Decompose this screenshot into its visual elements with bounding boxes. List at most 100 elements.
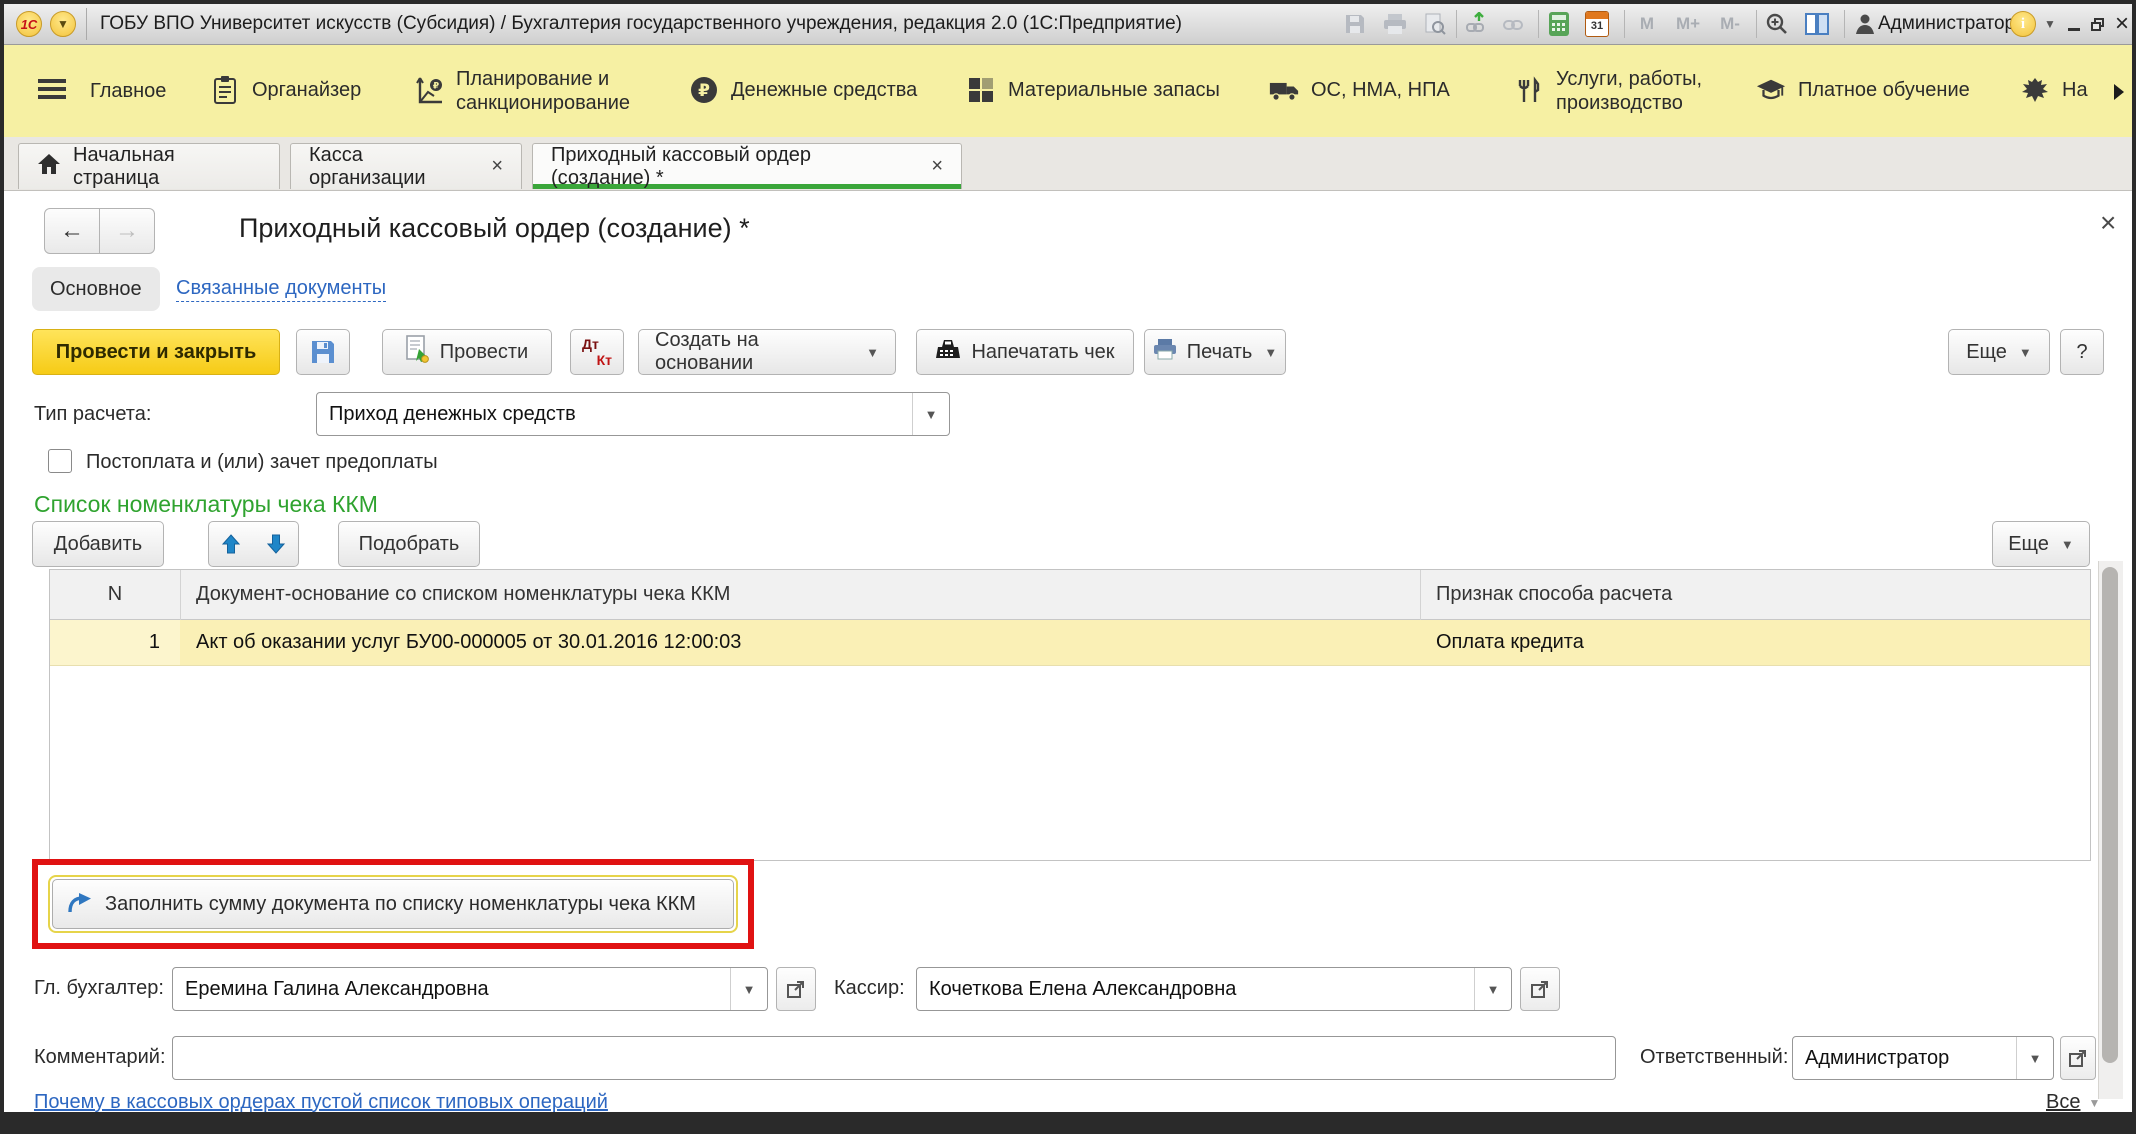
cashier-open-button[interactable] <box>1520 967 1560 1011</box>
why-empty-operations-link[interactable]: Почему в кассовых ордерах пустой список … <box>34 1091 608 1114</box>
current-user-label[interactable]: Администратор <box>1878 13 2015 35</box>
print-receipt-button[interactable]: Напечатать чек <box>916 329 1134 375</box>
ribbon-item-taxes[interactable]: На <box>2020 75 2088 105</box>
table-row-n[interactable]: 1 <box>50 620 180 666</box>
chief-open-button[interactable] <box>776 967 816 1011</box>
back-button[interactable]: ← <box>44 208 100 254</box>
pick-button[interactable]: Подобрать <box>338 521 480 567</box>
chevron-down-icon[interactable]: ▼ <box>730 968 767 1010</box>
printer-icon <box>1153 338 1177 366</box>
close-tab-icon[interactable]: × <box>491 155 503 178</box>
close-window-button[interactable]: × <box>2110 12 2134 36</box>
divider <box>1844 10 1845 38</box>
system-menu-button[interactable]: ▼ <box>50 11 76 37</box>
dt-kt-button[interactable]: Дт Кт <box>570 329 624 375</box>
calc-type-select[interactable]: Приход денежных средств ▼ <box>316 392 950 436</box>
divider <box>1624 10 1625 38</box>
ribbon-item-cash[interactable]: ₽ Денежные средства <box>689 75 917 105</box>
preview-icon[interactable] <box>1422 12 1448 36</box>
tab-kassa[interactable]: Касса организации × <box>290 143 522 189</box>
svg-text:₽: ₽ <box>433 81 439 91</box>
forward-button[interactable]: → <box>100 208 155 254</box>
chief-accountant-label: Гл. бухгалтер: <box>34 977 164 999</box>
post-and-close-button[interactable]: Провести и закрыть <box>32 329 280 375</box>
table-row-document[interactable]: Акт об оказании услуг БУ00-000005 от 30.… <box>180 620 1420 666</box>
divider <box>1456 10 1457 38</box>
arrow-down-icon <box>266 534 285 554</box>
history-nav: ← → <box>44 208 155 254</box>
list-more-button[interactable]: Еще ▼ <box>1992 521 2090 567</box>
chief-accountant-field[interactable]: Еремина Галина Александровна ▼ <box>172 967 768 1011</box>
ribbon-item-paid-education[interactable]: Платное обучение <box>1756 75 1970 105</box>
split-view-icon[interactable] <box>1804 12 1830 36</box>
ruble-icon: ₽ <box>689 75 719 105</box>
table-row-method[interactable]: Оплата кредита <box>1420 620 2090 666</box>
close-tab-icon[interactable]: × <box>931 155 943 178</box>
ribbon-overflow-icon[interactable] <box>2112 83 2126 106</box>
minimize-button[interactable] <box>2062 12 2086 36</box>
save-button[interactable] <box>296 329 350 375</box>
related-documents-link[interactable]: Связанные документы <box>176 277 387 302</box>
document-form: ← → Приходный кассовый ордер (создание) … <box>4 191 2132 1114</box>
info-button[interactable]: i <box>2010 11 2036 37</box>
chevron-down-icon[interactable]: ▼ <box>912 393 949 435</box>
truck-icon <box>1269 75 1299 105</box>
memory-recall-button[interactable]: M <box>1632 12 1662 36</box>
calendar-icon[interactable]: 31 <box>1584 11 1610 37</box>
curved-arrow-icon <box>68 893 91 913</box>
memory-minus-button[interactable]: M- <box>1712 12 1748 36</box>
memory-plus-button[interactable]: M+ <box>1670 12 1706 36</box>
column-header-n[interactable]: N <box>50 570 180 620</box>
cashier-field[interactable]: Кочеткова Елена Александровна ▼ <box>916 967 1512 1011</box>
calculator-icon[interactable] <box>1546 12 1572 36</box>
ribbon-item-glavnoe[interactable]: Главное <box>90 79 166 103</box>
back-arrow-icon: ← <box>60 217 84 244</box>
responsible-field[interactable]: Администратор ▼ <box>1792 1036 2054 1080</box>
restore-button[interactable] <box>2086 12 2110 36</box>
info-dropdown-icon[interactable]: ▼ <box>2038 12 2062 36</box>
column-header-method[interactable]: Признак способа расчета <box>1420 570 2090 620</box>
ribbon-item-inventory[interactable]: Материальные запасы <box>966 75 1220 105</box>
application-window: 1С ▼ ГОБУ ВПО Университет искусств (Субс… <box>0 0 2136 1134</box>
eagle-icon <box>2020 75 2050 105</box>
print-button[interactable]: Печать ▼ <box>1144 329 1286 375</box>
ribbon-item-organizer[interactable]: Органайзер <box>210 75 361 105</box>
chevron-down-icon[interactable]: ▼ <box>1474 968 1511 1010</box>
ribbon-item-services[interactable]: Услуги, работы, производство <box>1514 67 1729 115</box>
close-form-button[interactable]: × <box>2100 207 2116 239</box>
responsible-open-button[interactable] <box>2060 1036 2096 1080</box>
tab-home[interactable]: Начальная страница <box>18 143 280 189</box>
divider <box>1538 10 1539 38</box>
postpay-checkbox[interactable] <box>48 449 72 473</box>
attach-link-icon[interactable] <box>1464 12 1490 36</box>
all-link[interactable]: Все ▼ <box>2046 1091 2100 1114</box>
print-icon[interactable] <box>1382 12 1408 36</box>
column-header-doc[interactable]: Документ-основание со списком номенклату… <box>180 570 1420 620</box>
chevron-down-icon: ▼ <box>2060 536 2074 552</box>
tab-pko-active[interactable]: Приходный кассовый ордер (создание) * × <box>532 143 962 189</box>
main-menu-button[interactable] <box>38 75 66 103</box>
move-down-button[interactable] <box>253 521 299 567</box>
calc-type-label: Тип расчета: <box>34 403 152 425</box>
tab-osnovnoe[interactable]: Основное <box>32 267 160 311</box>
help-button[interactable]: ? <box>2060 329 2104 375</box>
move-up-button[interactable] <box>208 521 254 567</box>
comment-input[interactable] <box>172 1036 1616 1080</box>
add-row-button[interactable]: Добавить <box>32 521 164 567</box>
section-ribbon: Главное Органайзер ₽ Планирование и санк… <box>4 45 2132 138</box>
post-button[interactable]: Провести <box>382 329 552 375</box>
cashier-label: Кассир: <box>834 977 905 999</box>
more-button[interactable]: Еще ▼ <box>1948 329 2050 375</box>
scrollbar-thumb[interactable] <box>2102 567 2118 1063</box>
save-icon[interactable] <box>1342 12 1368 36</box>
create-based-on-button[interactable]: Создать на основании ▼ <box>638 329 896 375</box>
ribbon-item-os-nma[interactable]: ОС, НМА, НПА <box>1269 75 1450 105</box>
postpay-checkbox-label[interactable]: Постоплата и (или) зачет предоплаты <box>86 451 438 474</box>
zoom-icon[interactable] <box>1764 12 1790 36</box>
fill-amount-button[interactable]: Заполнить сумму документа по списку номе… <box>52 879 734 929</box>
links-icon[interactable] <box>1502 12 1528 36</box>
divider <box>86 8 87 40</box>
vertical-scrollbar[interactable] <box>2098 561 2123 1099</box>
ribbon-item-planning[interactable]: ₽ Планирование и санкционирование <box>414 67 674 115</box>
chevron-down-icon[interactable]: ▼ <box>2016 1037 2053 1079</box>
